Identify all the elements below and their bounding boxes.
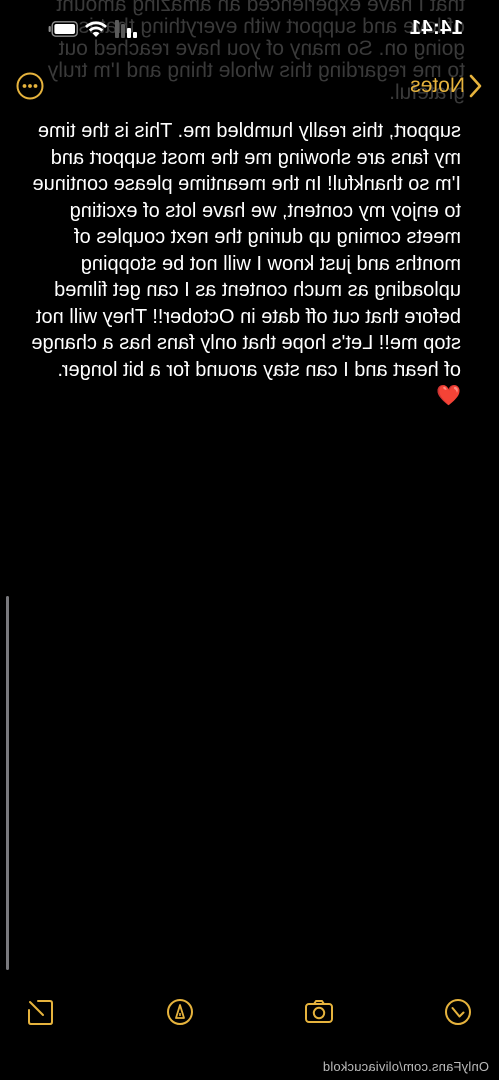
chevron-left-icon (469, 74, 482, 98)
ellipsis-circle-icon[interactable] (16, 72, 44, 100)
status-time: 14:41 (409, 17, 463, 39)
compose-icon (28, 1000, 53, 1025)
bottom-toolbar (0, 990, 499, 1040)
camera-button[interactable] (304, 997, 334, 1027)
camera-icon (305, 1000, 333, 1023)
markup-pen-icon (167, 999, 193, 1025)
back-button[interactable]: Notes (410, 72, 483, 100)
note-body[interactable]: support, this really humbled me. This is… (31, 118, 461, 410)
checklist-icon (445, 999, 471, 1025)
markup-button[interactable] (165, 997, 195, 1027)
checklist-button[interactable] (443, 997, 473, 1027)
battery-icon (48, 21, 78, 37)
scroll-indicator[interactable] (6, 596, 9, 970)
compose-button[interactable] (25, 997, 55, 1027)
watermark: OnlyFans.com/oliviacuckold (322, 1059, 489, 1074)
back-label: Notes (410, 74, 465, 97)
note-text: support, this really humbled me. This is… (25, 120, 461, 381)
status-icons (38, 20, 138, 42)
heart-emoji: ❤️ (436, 385, 461, 407)
nav-bar: Notes (0, 60, 499, 112)
mirrored-screen: that I have experienced an amazing amoun… (0, 0, 499, 1080)
wifi-icon (85, 21, 107, 37)
status-bar: 14:41 (0, 0, 499, 58)
cellular-signal-icon (115, 20, 137, 38)
